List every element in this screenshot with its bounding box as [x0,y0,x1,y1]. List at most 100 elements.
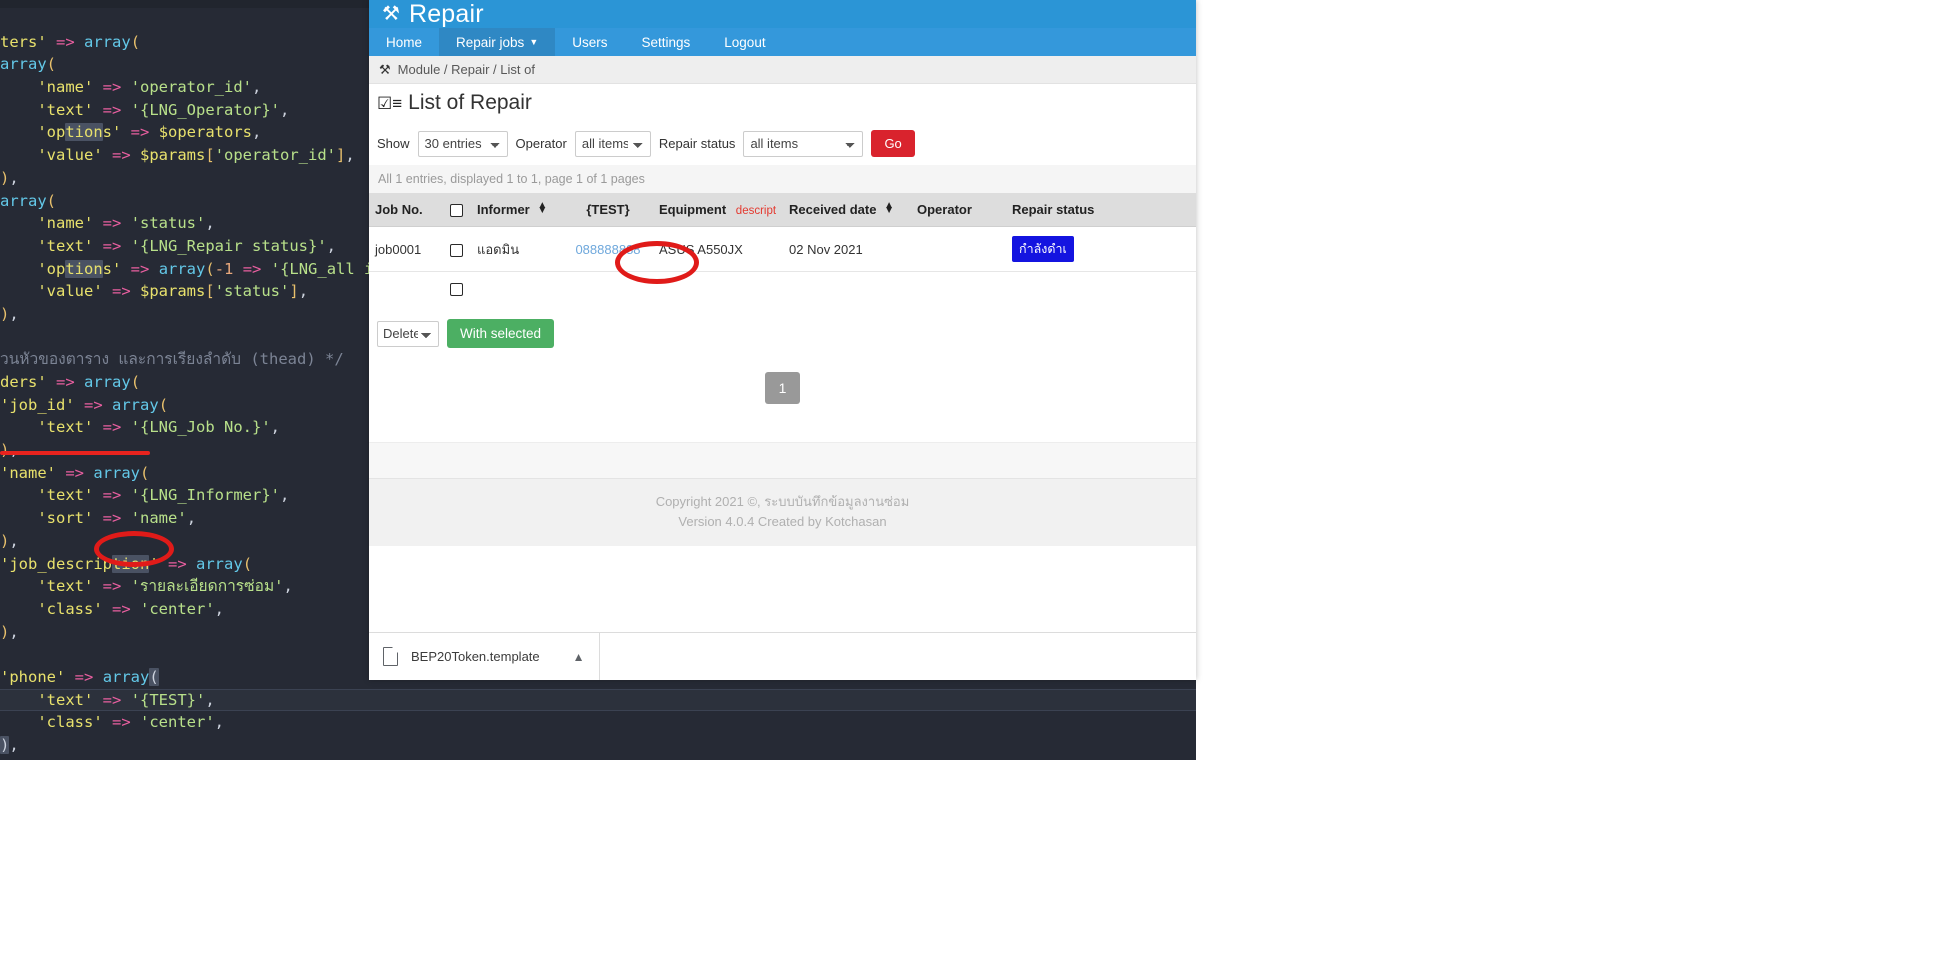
code-token: , [9,304,19,323]
code-token: , [214,599,225,618]
code-token: ] [336,146,346,165]
select-all-checkbox-bottom[interactable] [449,283,463,297]
document-icon [383,647,398,666]
cell-select[interactable] [441,226,471,273]
download-file-name: BEP20Token.template [411,649,540,664]
sort-icon[interactable]: ▲ ▼ [537,201,547,216]
code-token: ) [0,304,10,323]
code-token: '{TEST}' [130,690,206,709]
operator-select[interactable]: all items [574,130,651,157]
col-received-date[interactable]: Received date ▲ ▼ [783,193,911,228]
code-token: 'topic' [0,759,65,760]
code-token: $params [140,282,206,301]
code-token: 'name' [0,463,56,482]
cell-select-all-bottom[interactable] [441,271,471,306]
code-line[interactable]: 'text' => '{TEST}', [0,688,1196,712]
nav-item-logout[interactable]: Logout [707,28,782,56]
col-informer[interactable]: Informer ▲ ▼ [471,193,563,228]
table-row[interactable]: job0001 แอดมิน 088888888 ASUS A550JX 02 … [369,226,1196,273]
nav-item-home[interactable]: Home [369,28,439,56]
select-all-checkbox[interactable] [449,204,463,218]
code-token: s' [102,123,122,142]
code-token: 'value' [37,282,103,301]
app-header: ⚒ Repair [369,0,1196,28]
col-job-no[interactable]: Job No. [369,193,441,228]
col-repair-status[interactable]: Repair status [1006,193,1196,228]
code-token: array [84,32,131,51]
code-token: '{LNG_Job No.}' [130,418,271,437]
code-token: 'name' [130,509,187,528]
col-equipment[interactable]: Equipment descript [653,193,783,228]
table-info: All 1 entries, displayed 1 to 1, page 1 … [369,165,1196,193]
download-item[interactable]: BEP20Token.template ▲ [369,632,600,680]
code-token: 'center' [140,599,215,618]
table-row-footer [369,271,1196,306]
pagination[interactable]: 1 [369,348,1196,405]
nav-item-repair-jobs[interactable]: Repair jobs ▼ [439,28,556,56]
show-entries-select[interactable]: 30 entries [417,130,508,157]
page-button-1[interactable]: 1 [764,372,801,405]
bulk-actions[interactable]: Delete With selected [369,305,1196,349]
code-token: array [0,55,47,74]
code-token: 'class' [37,713,103,732]
main-nav[interactable]: Home Repair jobs ▼ Users Settings Logout [369,28,1196,56]
col-operator[interactable]: Operator [911,193,1006,228]
go-button[interactable]: Go [871,130,915,157]
col-select-all[interactable] [441,193,471,228]
code-line[interactable]: 'class' => 'center', [0,711,1196,734]
cell-job-no[interactable]: job0001 [369,226,441,273]
sort-icon[interactable]: ▲ ▼ [884,201,894,216]
code-line[interactable]: 'topic' => array( [0,757,1196,760]
table-body: job0001 แอดมิน 088888888 ASUS A550JX 02 … [369,226,1196,306]
col-test[interactable]: {TEST} [563,193,653,228]
with-selected-button[interactable]: With selected [447,319,555,349]
chevron-up-icon[interactable]: ▲ [573,650,585,664]
code-line[interactable]: ), [0,734,1196,757]
browser-window: ⚒ Repair Home Repair jobs ▼ Users Settin… [369,0,1196,680]
code-token: 'job_descrip [0,554,112,573]
code-token: , [326,236,336,255]
code-token: 'sort' [37,509,94,528]
code-token: ( [140,463,150,482]
repair-status-select[interactable]: all items [743,130,864,157]
code-token: => [102,78,122,97]
nav-item-label: Users [572,34,608,50]
bulk-action-select[interactable]: Delete [377,320,439,347]
nav-item-label: Logout [724,34,766,50]
code-token: 'phone' [0,667,66,686]
code-token: , [270,418,281,437]
row-checkbox[interactable] [449,243,463,257]
code-token: ( [46,191,57,210]
col-label: Received date [789,202,877,218]
nav-item-users[interactable]: Users [555,28,624,56]
code-token: , [280,486,290,505]
filter-bar[interactable]: Show 30 entries Operator all items Repai… [369,122,1196,165]
download-bar[interactable]: BEP20Token.template ▲ [369,632,1196,680]
wrench-icon: ⚒ [382,3,400,25]
code-token: , [252,123,262,142]
code-token: => [102,486,122,505]
col-label: Informer [477,202,530,218]
code-token: 'op [37,259,66,278]
code-token: => [102,236,122,255]
nav-item-settings[interactable]: Settings [625,28,708,56]
code-token: 'operator_id' [214,146,337,165]
